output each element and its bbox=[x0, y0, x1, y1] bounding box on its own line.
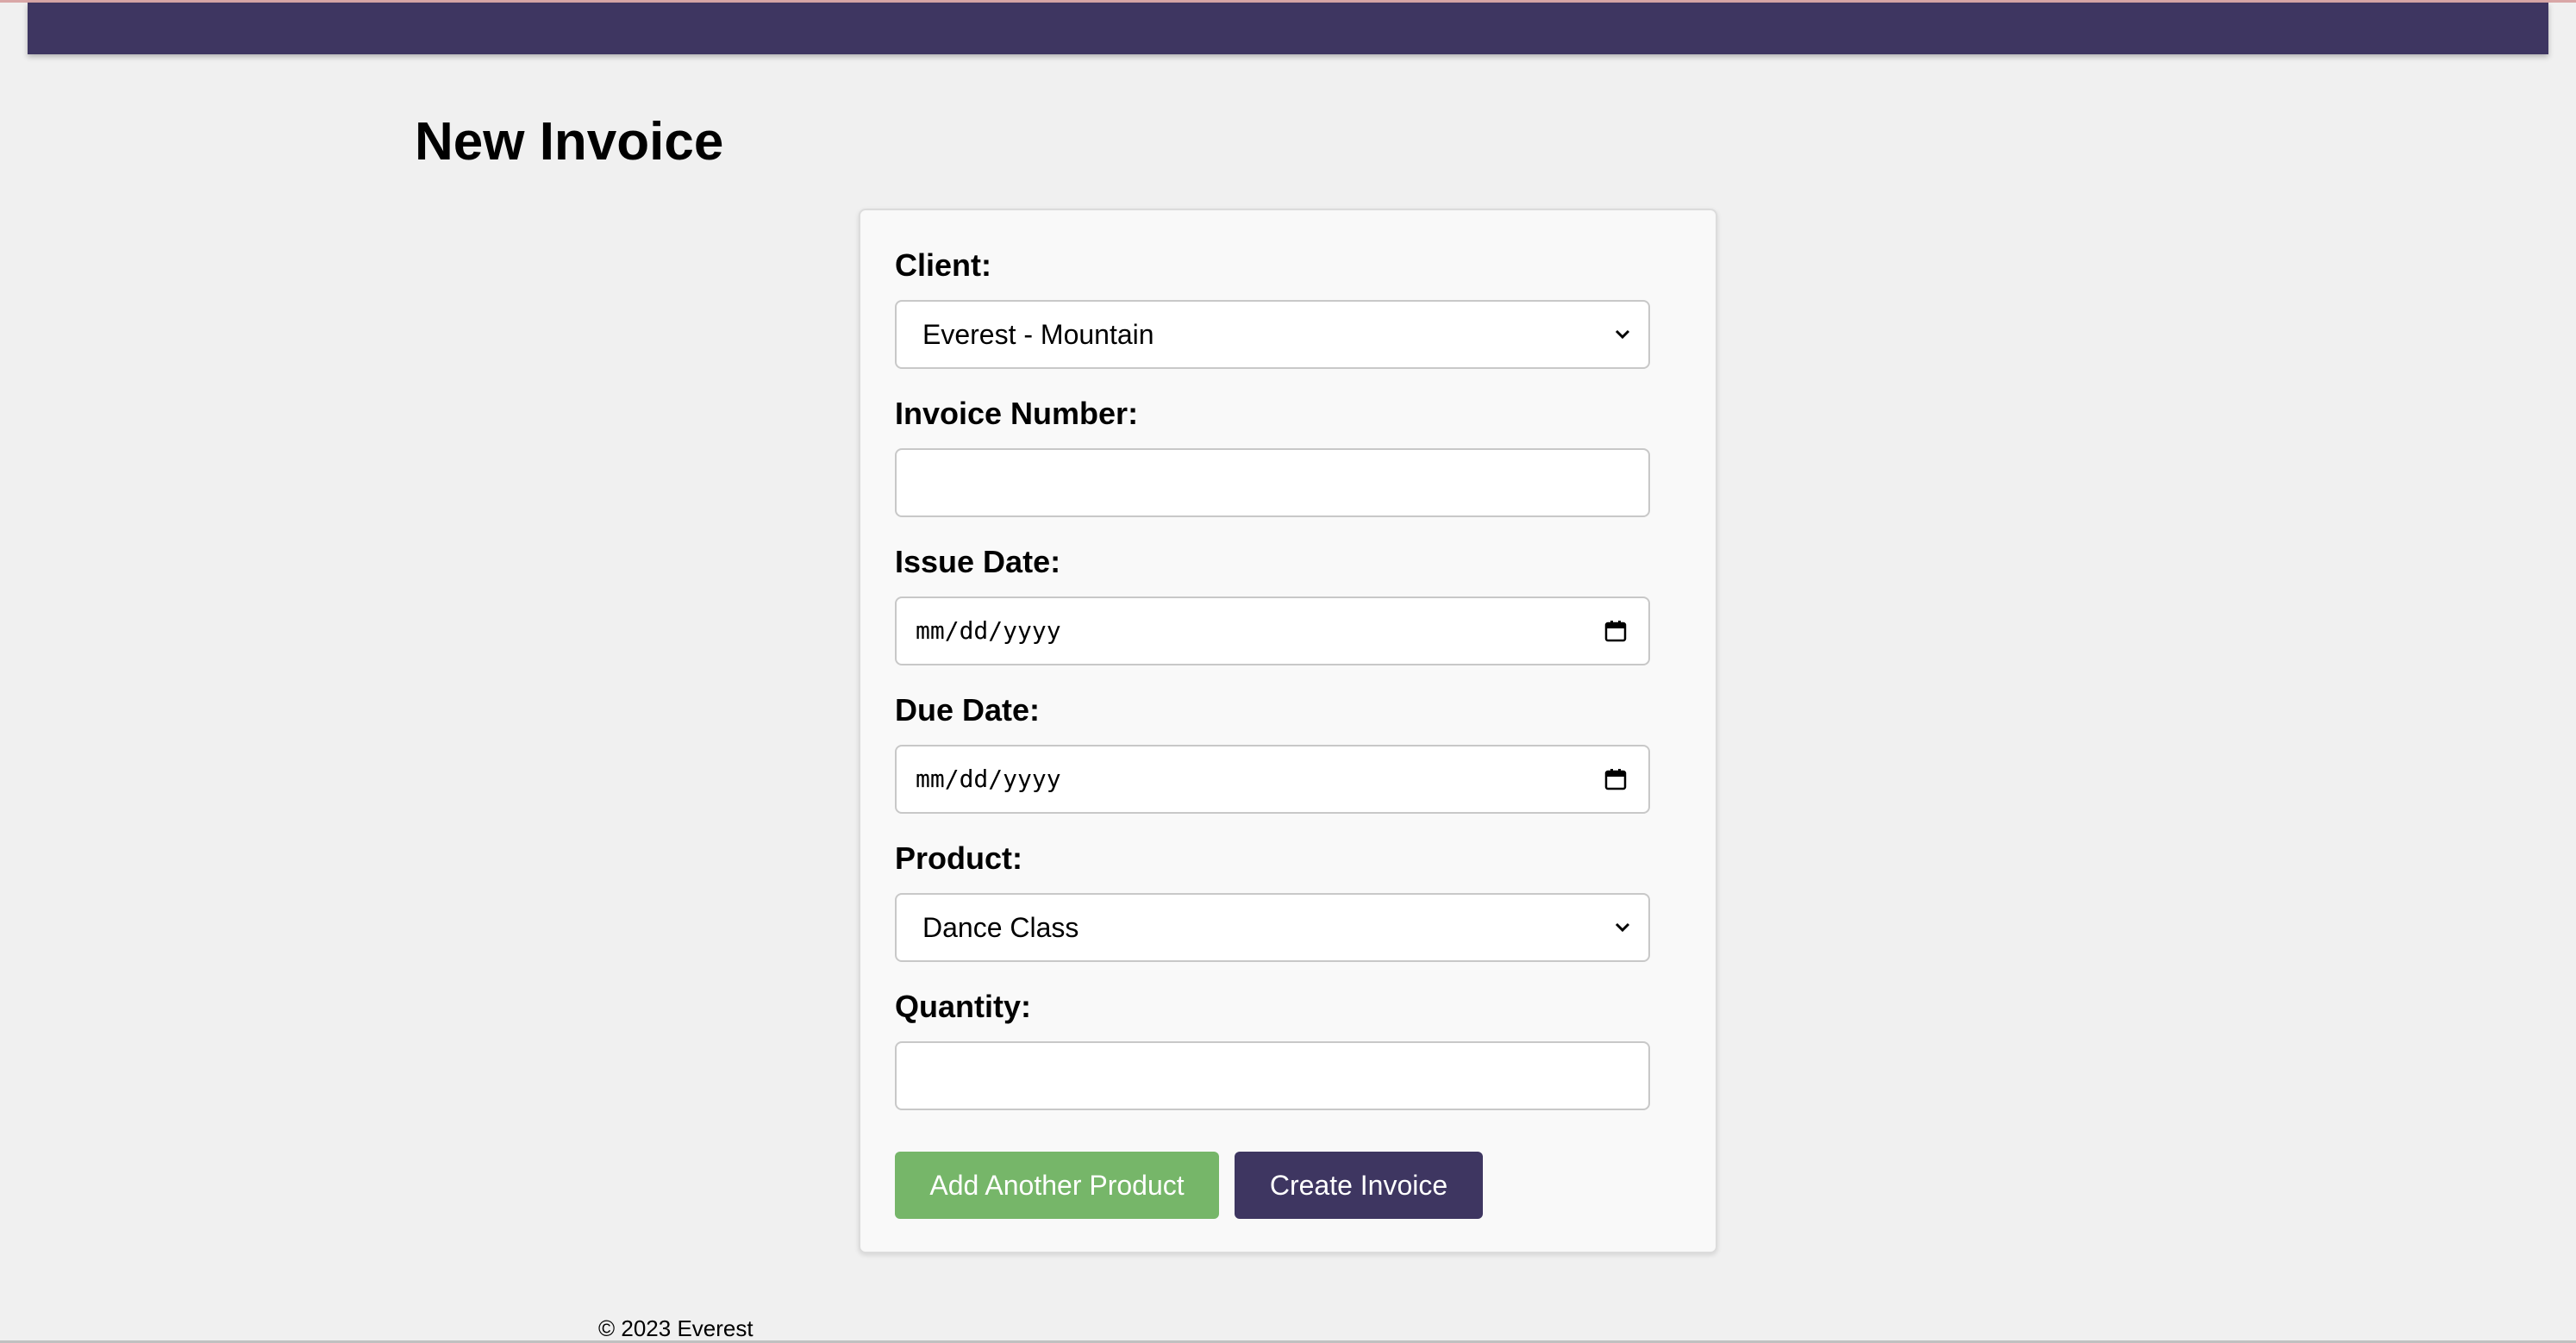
page-title: New Invoice bbox=[415, 112, 724, 172]
client-label: Client: bbox=[895, 247, 991, 283]
due-date-input[interactable]: mm/dd/yyyy bbox=[895, 745, 1650, 814]
footer-copyright: © 2023 Everest bbox=[598, 1315, 753, 1341]
invoice-number-input[interactable] bbox=[895, 448, 1650, 517]
product-select-value: Dance Class bbox=[922, 912, 1079, 943]
chevron-down-icon bbox=[1615, 922, 1630, 933]
quantity-input[interactable] bbox=[895, 1041, 1650, 1110]
chevron-down-icon bbox=[1615, 329, 1630, 340]
issue-date-label: Issue Date: bbox=[895, 544, 1061, 579]
invoice-form: Client: Everest - Mountain Invoice Numbe… bbox=[859, 209, 1717, 1253]
due-date-label: Due Date: bbox=[895, 692, 1041, 728]
quantity-label: Quantity: bbox=[895, 989, 1031, 1024]
client-select[interactable]: Everest - Mountain bbox=[895, 300, 1650, 369]
calendar-icon[interactable] bbox=[1604, 767, 1628, 791]
add-another-product-button[interactable]: Add Another Product bbox=[895, 1152, 1219, 1219]
invoice-number-label: Invoice Number: bbox=[895, 396, 1139, 431]
create-invoice-button[interactable]: Create Invoice bbox=[1235, 1152, 1483, 1219]
due-date-placeholder: mm/dd/yyyy bbox=[916, 765, 1061, 793]
product-label: Product: bbox=[895, 840, 1022, 876]
issue-date-input[interactable]: mm/dd/yyyy bbox=[895, 597, 1650, 665]
calendar-icon[interactable] bbox=[1604, 619, 1628, 643]
issue-date-placeholder: mm/dd/yyyy bbox=[916, 616, 1061, 645]
client-select-value: Everest - Mountain bbox=[922, 319, 1154, 350]
header-bar bbox=[28, 3, 2548, 54]
app-root: New Invoice Client: Everest - Mountain I… bbox=[0, 0, 2576, 1343]
product-select[interactable]: Dance Class bbox=[895, 893, 1650, 962]
